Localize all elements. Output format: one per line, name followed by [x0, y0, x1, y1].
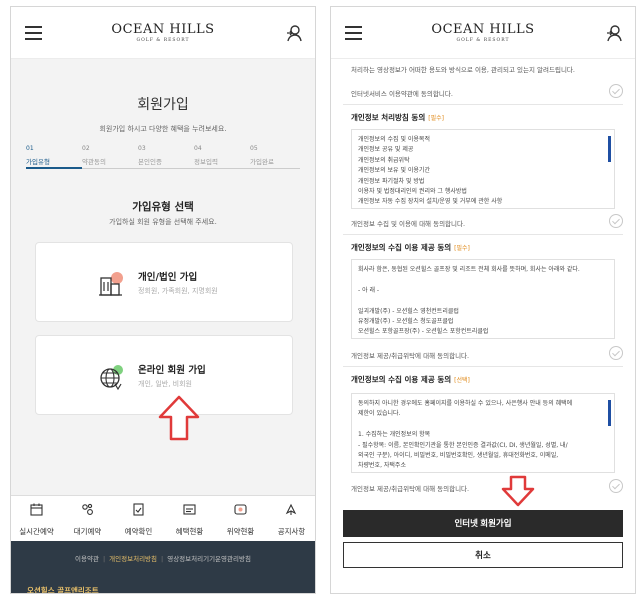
logo[interactable]: OCEAN HILLS GOLF & RESORT	[11, 22, 315, 43]
notice-icon	[285, 503, 297, 515]
footer-brand: 오션힐스 골프앤리조트	[27, 586, 99, 594]
required-badge: [필수]	[428, 115, 444, 122]
privacy-collection-required-title: 개인정보의 수집 이용 제공 동의 [필수]	[351, 243, 470, 252]
nav-notice[interactable]: 공지사항	[266, 496, 315, 542]
nav-label: 예약확인	[124, 527, 153, 536]
internet-signup-button[interactable]: 인터넷 회원가입	[343, 510, 623, 537]
app-header: OCEAN HILLS GOLF & RESORT	[331, 7, 635, 59]
privacy-collection-optional-title: 개인정보의 수집 이용 제공 동의 [선택]	[351, 375, 470, 384]
privacy-collection-optional-agree-text: 개인정보 제공/취급위탁에 대해 동의합니다.	[351, 485, 470, 493]
logo-subtitle: GOLF & RESORT	[136, 38, 190, 43]
cancel-button[interactable]: 취소	[343, 542, 623, 568]
logo-brand: OCEAN HILLS	[111, 22, 215, 37]
nav-label: 위약현황	[226, 527, 255, 536]
card-title: 온라인 회원 가입	[138, 365, 206, 376]
card-title: 개인/법인 가입	[138, 272, 198, 283]
privacy-collection-required-agree-checkbox[interactable]	[609, 346, 623, 360]
privacy-policy-textbox[interactable]: 개인정보의 수집 및 이용목적 개인정보 공유 및 제공 개인정보의 취급위탁 …	[351, 129, 615, 209]
nav-label: 실시간예약	[19, 527, 54, 536]
page-description: 회원가입 하시고 다양한 혜택을 누려보세요.	[99, 125, 227, 133]
nav-benefits[interactable]: 혜택현황	[164, 496, 215, 542]
logo-subtitle: GOLF & RESORT	[456, 38, 510, 43]
step-4: 04 정보입력	[194, 145, 218, 166]
service-terms-agree-text: 인터넷서비스 이용약관에 동의합니다.	[351, 90, 453, 98]
step-2: 02 약관동의	[82, 145, 106, 166]
required-badge: [필수]	[454, 245, 470, 252]
footer-links: 이용약관 | 개인정보처리방침 | 영상정보처리기기운영관리방침	[75, 555, 251, 563]
page-title: 회원가입	[137, 97, 189, 113]
cctv-policy-text-tail: 처리하는 영상정보가 어떠한 용도와 방식으로 이용, 관리되고 있는지 알려드…	[351, 66, 575, 74]
privacy-collection-optional-textbox[interactable]: 동의하지 아니한 경우에도 홈페이지를 이용하실 수 있으나, 사은행사 안내 …	[351, 393, 615, 473]
nav-realtime-reservation[interactable]: 실시간예약	[11, 496, 62, 542]
check-doc-icon	[133, 503, 144, 516]
section-title: 가입유형 선택	[132, 201, 194, 213]
privacy-collection-required-agree-text: 개인정보 제공/취급위탁에 대해 동의합니다.	[351, 352, 470, 360]
step-1: 01 가입유형	[26, 145, 82, 169]
red-arrow-down-annotation	[501, 475, 535, 507]
personal-corporate-signup-card[interactable]: 개인/법인 가입 정회원, 가족회원, 지명회원	[35, 242, 293, 322]
service-terms-agree-checkbox[interactable]	[609, 84, 623, 98]
card-subtitle: 정회원, 가족회원, 지명회원	[138, 287, 218, 295]
globe-icon	[100, 365, 123, 391]
privacy-collection-optional-agree-checkbox[interactable]	[609, 479, 623, 493]
nav-label: 공지사항	[277, 527, 306, 536]
building-icon	[99, 272, 123, 296]
privacy-collection-required-textbox[interactable]: 회사라 함은, 동협된 오션힐스 골프장 및 리조트 전체 회사를 뜻하며, 회…	[351, 259, 615, 339]
section-description: 가입하실 회원 유형을 선택해 주세요.	[109, 218, 217, 226]
user-login-icon[interactable]	[285, 24, 303, 42]
nav-penalty-status[interactable]: 위약현황	[215, 496, 266, 542]
signup-type-screen: OCEAN HILLS GOLF & RESORT 회원가입 회원가입 하시고 …	[10, 6, 316, 594]
penalty-icon	[234, 504, 247, 515]
card-subtitle: 개인, 일반, 비회원	[138, 380, 192, 388]
step-5: 05 가입완료	[250, 145, 274, 166]
logo[interactable]: OCEAN HILLS GOLF & RESORT	[331, 22, 635, 43]
user-login-icon[interactable]	[605, 24, 623, 42]
footer-link-privacy[interactable]: 개인정보처리방침	[109, 555, 157, 563]
signup-steps: 01 가입유형 02 약관동의 03 본인인증 04 정보입력 05 가입완료	[26, 145, 300, 169]
nav-label: 혜택현황	[175, 527, 204, 536]
privacy-policy-title: 개인정보 처리방침 동의 [필수]	[351, 113, 444, 122]
divider	[343, 104, 623, 105]
privacy-policy-agree-text: 개인정보 수집 및 이용에 대해 동의합니다.	[351, 220, 466, 228]
terms-agreement-screen: OCEAN HILLS GOLF & RESORT 처리하는 영상정보가 어떠한…	[330, 6, 636, 594]
nav-label: 대기예약	[73, 527, 102, 536]
nav-waitlist-reservation[interactable]: 대기예약	[62, 496, 113, 542]
divider	[343, 366, 623, 367]
benefit-icon	[183, 504, 196, 515]
divider	[343, 234, 623, 235]
calendar-icon	[30, 503, 43, 516]
bottom-navigation: 실시간예약 대기예약 예약확인 혜택현황 위약현황 공지사항	[11, 495, 315, 541]
app-header: OCEAN HILLS GOLF & RESORT	[11, 7, 315, 59]
red-arrow-up-annotation	[158, 395, 200, 441]
privacy-policy-agree-checkbox[interactable]	[609, 214, 623, 228]
optional-badge: [선택]	[454, 377, 470, 384]
step-3: 03 본인인증	[138, 145, 162, 166]
site-footer: 이용약관 | 개인정보처리방침 | 영상정보처리기기운영관리방침 오션힐스 골프앤리조트	[11, 541, 315, 594]
footer-link-cctv-policy[interactable]: 영상정보처리기기운영관리방침	[167, 555, 251, 563]
logo-brand: OCEAN HILLS	[431, 22, 535, 37]
scrollbar[interactable]	[608, 136, 611, 162]
scrollbar[interactable]	[608, 400, 611, 426]
waitlist-icon	[82, 503, 93, 515]
footer-link-terms[interactable]: 이용약관	[75, 555, 99, 563]
nav-reservation-check[interactable]: 예약확인	[113, 496, 164, 542]
